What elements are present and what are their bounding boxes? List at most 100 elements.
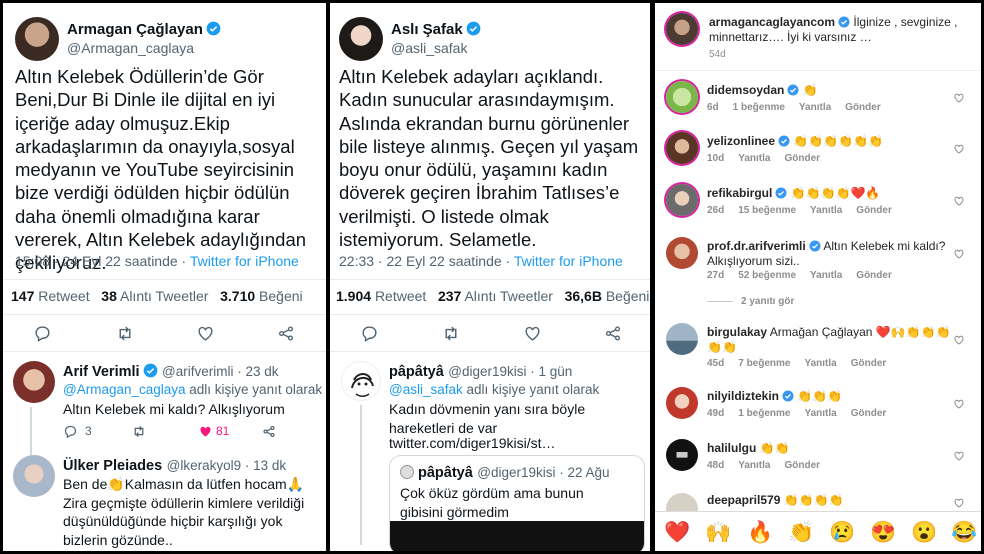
avatar[interactable]: ▦▦ [666,439,698,471]
emoji-reaction-button[interactable]: 🔥 [747,522,773,543]
emoji-reaction-button[interactable]: 😢 [829,522,855,543]
reply-icon[interactable] [360,324,379,343]
like-icon[interactable] [196,324,215,343]
reply-handle[interactable]: @diger19kisi · 1 gün [448,364,572,379]
reply-author-name[interactable]: Ülker Pleiades [63,458,162,474]
send-button[interactable]: Gönder [851,358,887,369]
tweet-time[interactable]: 22:33 · 22 Eyl 22 saatinde · [339,253,514,269]
avatar[interactable] [666,323,698,355]
retweet-icon[interactable] [441,324,461,343]
like-icon[interactable] [523,324,542,343]
reply-author-name[interactable]: Arif Verimli [63,364,140,380]
username[interactable]: yelizonlinee [707,134,775,148]
reply-button[interactable]: Yanıtla [738,460,770,471]
reply-button[interactable]: Yanıtla [810,205,842,216]
emoji-reaction-button[interactable]: 😂 [951,522,977,543]
heart-outline-icon[interactable] [953,497,965,509]
send-button[interactable]: Gönder [856,205,892,216]
comment-likes[interactable]: 1 beğenme [738,408,790,419]
emoji-reaction-button[interactable]: 😍 [870,522,896,543]
reply-handle[interactable]: @arifverimli · 23 dk [162,364,278,379]
username[interactable]: refikabirgul [707,186,772,200]
avatar[interactable] [666,387,698,419]
reply-header: pâpâtyâ @diger19kisi · 1 gün [389,363,572,381]
retweet-icon[interactable] [131,424,147,439]
avatar[interactable] [666,13,698,45]
likes-stat[interactable]: 3.710 Beğeni [220,288,303,304]
send-button[interactable]: Gönder [851,408,887,419]
heart-outline-icon[interactable] [953,143,965,155]
reply-link[interactable]: twitter.com/diger19kisi/st… [389,434,556,453]
comment-likes[interactable]: 7 beğenme [738,358,790,369]
heart-outline-icon[interactable] [953,398,965,410]
emoji-reaction-button[interactable]: 😮 [911,522,937,543]
reply-to-handle[interactable]: @Armagan_caglaya [63,382,186,397]
retweets-stat[interactable]: 1.904 Retweet [336,288,426,304]
avatar[interactable] [666,81,698,113]
reply-button[interactable]: Yanıtla [804,358,836,369]
avatar[interactable] [666,132,698,164]
reply-button[interactable]: Yanıtla [799,102,831,113]
comment-text: 👏👏 [759,441,790,455]
tweet-source[interactable]: Twitter for iPhone [190,253,299,269]
comment-time: 10d [707,153,725,164]
avatar[interactable] [341,361,381,401]
username[interactable]: deepapril579 [707,493,780,507]
quotes-stat[interactable]: 38 Alıntı Tweetler [101,288,208,304]
retweet-icon[interactable] [115,324,135,343]
comment-time: 48d [707,460,725,471]
reply-to-handle[interactable]: @asli_safak [389,382,463,397]
send-button[interactable]: Gönder [845,102,881,113]
reply-icon[interactable] [33,324,52,343]
avatar[interactable] [13,361,55,403]
author-name[interactable]: Armagan Çağlayan [67,21,203,38]
avatar[interactable] [339,17,383,61]
share-icon[interactable] [262,424,276,439]
quoted-media[interactable] [390,521,644,551]
heart-outline-icon[interactable] [953,92,965,104]
emoji-reaction-button[interactable]: 👏 [788,522,814,543]
quotes-stat[interactable]: 237 Alıntı Tweetler [438,288,553,304]
comment-likes[interactable]: 1 beğenme [733,102,785,113]
reply-button[interactable]: Yanıtla [738,153,770,164]
username[interactable]: armagancaglayancom [709,15,835,29]
send-button[interactable]: Gönder [784,153,820,164]
heart-outline-icon[interactable] [953,195,965,207]
retweets-stat[interactable]: 147 Retweet [11,288,90,304]
share-icon[interactable] [277,324,295,343]
avatar[interactable] [666,237,698,269]
heart-outline-icon[interactable] [953,248,965,260]
quoted-tweet-card[interactable]: pâpâtyâ @diger19kisi · 22 Ağu Çok öküz g… [389,455,645,551]
heart-outline-icon[interactable] [953,450,965,462]
author-handle[interactable]: @Armagan_caglaya [67,40,194,56]
reply-button[interactable]: Yanıtla [810,270,842,281]
tweet-time[interactable]: 15:08 · 24 Eyl 22 saatinde · [15,253,190,269]
comment-likes[interactable]: 15 beğenme [738,205,796,216]
avatar[interactable] [15,17,59,61]
username[interactable]: prof.dr.arifverimli [707,239,806,253]
emoji-reaction-button[interactable]: 🙌 [705,522,731,543]
username[interactable]: birgulakay [707,325,767,339]
reply-author-name[interactable]: pâpâtyâ [389,364,444,380]
tweet-source[interactable]: Twitter for iPhone [514,253,623,269]
share-icon[interactable] [604,324,622,343]
username[interactable]: nilyildiztekin [707,389,779,403]
view-replies-button[interactable]: 2 yanıtı gör [741,296,794,307]
reply-handle[interactable]: @lkerakyol9 · 13 dk [167,458,287,473]
username[interactable]: halilulgu [707,441,756,455]
send-button[interactable]: Gönder [784,460,820,471]
avatar[interactable] [666,493,698,511]
comment-likes[interactable]: 52 beğenme [738,270,796,281]
like-icon[interactable] [198,424,213,439]
avatar[interactable] [666,184,698,216]
send-button[interactable]: Gönder [856,270,892,281]
avatar[interactable] [13,455,55,497]
reply-icon[interactable] [63,424,78,439]
emoji-reaction-button[interactable]: ❤️ [664,522,690,543]
heart-outline-icon[interactable] [953,334,965,346]
author-handle[interactable]: @asli_safak [391,40,467,56]
author-name[interactable]: Aslı Şafak [391,21,463,38]
reply-button[interactable]: Yanıtla [804,408,836,419]
likes-stat[interactable]: 36,6B Beğeni [565,288,650,304]
username[interactable]: didemsoydan [707,83,784,97]
